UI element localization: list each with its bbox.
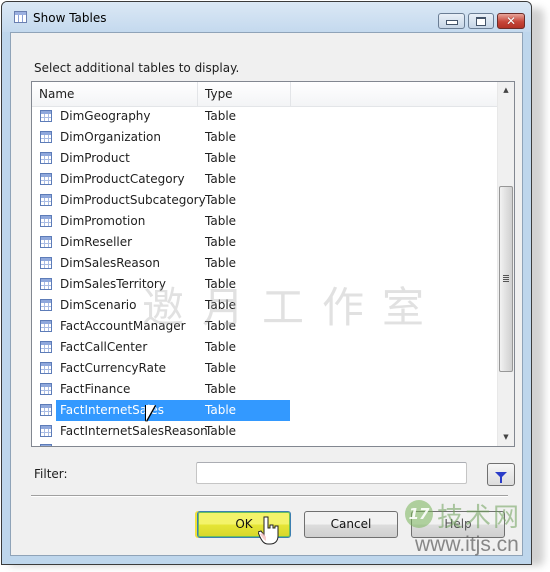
scroll-down-button[interactable]: ▼	[498, 429, 514, 446]
list-item[interactable]: DimSalesReason Table	[32, 253, 497, 274]
table-type: Table	[205, 109, 237, 123]
column-header-type[interactable]: Type	[198, 82, 291, 106]
table-grid-icon	[40, 320, 52, 332]
window-title: Show Tables	[33, 11, 107, 25]
minimize-button[interactable]	[438, 13, 465, 29]
table-grid-icon	[40, 444, 52, 446]
funnel-icon	[495, 471, 507, 483]
show-tables-dialog: Show Tables ✕ Select additional tables t…	[1, 1, 532, 565]
table-name: DimProductSubcategory	[60, 193, 206, 207]
list-item-partial[interactable]	[32, 442, 497, 446]
table-grid-icon	[40, 425, 52, 437]
table-type: Table	[205, 214, 237, 228]
table-name: FactCurrencyRate	[60, 361, 167, 375]
list-item[interactable]: DimScenario Table	[32, 295, 497, 316]
table-grid-icon	[40, 152, 52, 164]
hand-pointer-icon	[258, 516, 279, 545]
title-bar[interactable]: Show Tables ✕	[2, 2, 531, 32]
table-name: DimProduct	[60, 151, 130, 165]
dialog-body: Select additional tables to display. Nam…	[10, 32, 523, 556]
table-name: DimSalesReason	[60, 256, 160, 270]
grip-icon	[503, 275, 509, 282]
list-item[interactable]: DimProductCategory Table	[32, 169, 497, 190]
table-name: DimReseller	[60, 235, 133, 249]
vertical-scrollbar[interactable]: ▲ ▼	[497, 82, 514, 446]
scroll-up-button[interactable]: ▲	[498, 82, 514, 99]
table-type: Table	[205, 193, 237, 207]
list-item[interactable]: FactInternetSalesReason Table	[32, 421, 497, 442]
cancel-button[interactable]: Cancel	[304, 511, 398, 538]
table-type: Table	[205, 277, 237, 291]
table-grid-icon	[40, 236, 52, 248]
maximize-button[interactable]	[468, 13, 494, 29]
table-name: FactFinance	[60, 382, 131, 396]
list-item[interactable]: DimPromotion Table	[32, 211, 497, 232]
table-grid-icon	[40, 194, 52, 206]
list-item[interactable]: FactFinance Table	[32, 379, 497, 400]
table-type: Table	[205, 424, 237, 438]
table-type: Table	[205, 172, 237, 186]
help-button[interactable]: Help	[411, 511, 505, 538]
filter-input[interactable]	[196, 462, 467, 484]
minimize-icon	[445, 20, 458, 25]
table-name: DimPromotion	[60, 214, 146, 228]
list-item[interactable]: DimReseller Table	[32, 232, 497, 253]
table-grid-icon	[40, 299, 52, 311]
table-grid-icon	[40, 257, 52, 269]
filter-label: Filter:	[34, 467, 68, 481]
list-item[interactable]: DimGeography Table	[32, 106, 497, 127]
list-item[interactable]: DimOrganization Table	[32, 127, 497, 148]
table-grid-icon	[40, 110, 52, 122]
table-name: DimProductCategory	[60, 172, 185, 186]
list-item[interactable]: FactInternetSales Table	[32, 400, 497, 421]
list-item[interactable]: DimSalesTerritory Table	[32, 274, 497, 295]
scroll-thumb[interactable]	[499, 186, 513, 372]
maximize-icon	[476, 16, 486, 26]
table-name: FactAccountManager	[60, 319, 186, 333]
table-grid-icon	[40, 362, 52, 374]
list-item[interactable]: FactCurrencyRate Table	[32, 358, 497, 379]
list-item[interactable]: FactCallCenter Table	[32, 337, 497, 358]
table-name: DimGeography	[60, 109, 151, 123]
table-type: Table	[205, 403, 237, 417]
separator	[31, 495, 508, 497]
table-grid-icon	[40, 215, 52, 227]
table-grid-icon	[40, 173, 52, 185]
table-name: DimScenario	[60, 298, 137, 312]
list-item[interactable]: DimProductSubcategory Table	[32, 190, 497, 211]
mouse-pointer-icon	[146, 405, 155, 421]
table-name: FactInternetSalesReason	[60, 424, 208, 438]
table-type: Table	[205, 256, 237, 270]
column-header-name[interactable]: Name	[32, 82, 198, 106]
close-button[interactable]: ✕	[497, 13, 525, 29]
table-type: Table	[205, 298, 237, 312]
table-grid-icon	[40, 404, 52, 416]
table-grid-icon	[40, 131, 52, 143]
table-name: DimSalesTerritory	[60, 277, 166, 291]
tables-listview[interactable]: Name Type DimGeography Table DimOrganizati…	[31, 81, 515, 447]
table-type: Table	[205, 361, 237, 375]
list-rows: DimGeography Table DimOrganization Table Dim…	[32, 106, 497, 442]
table-grid-icon	[14, 11, 27, 23]
table-grid-icon	[40, 341, 52, 353]
table-type: Table	[205, 235, 237, 249]
table-grid-icon	[40, 278, 52, 290]
instruction-label: Select additional tables to display.	[34, 61, 240, 75]
apply-filter-button[interactable]	[487, 463, 515, 486]
table-grid-icon	[40, 383, 52, 395]
list-item[interactable]: DimProduct Table	[32, 148, 497, 169]
close-icon: ✕	[505, 14, 517, 28]
table-name: FactCallCenter	[60, 340, 148, 354]
table-type: Table	[205, 382, 237, 396]
list-item[interactable]: FactAccountManager Table	[32, 316, 497, 337]
table-type: Table	[205, 151, 237, 165]
table-type: Table	[205, 319, 237, 333]
table-type: Table	[205, 340, 237, 354]
table-type: Table	[205, 130, 237, 144]
list-header: Name Type	[32, 82, 497, 107]
table-name: DimOrganization	[60, 130, 161, 144]
